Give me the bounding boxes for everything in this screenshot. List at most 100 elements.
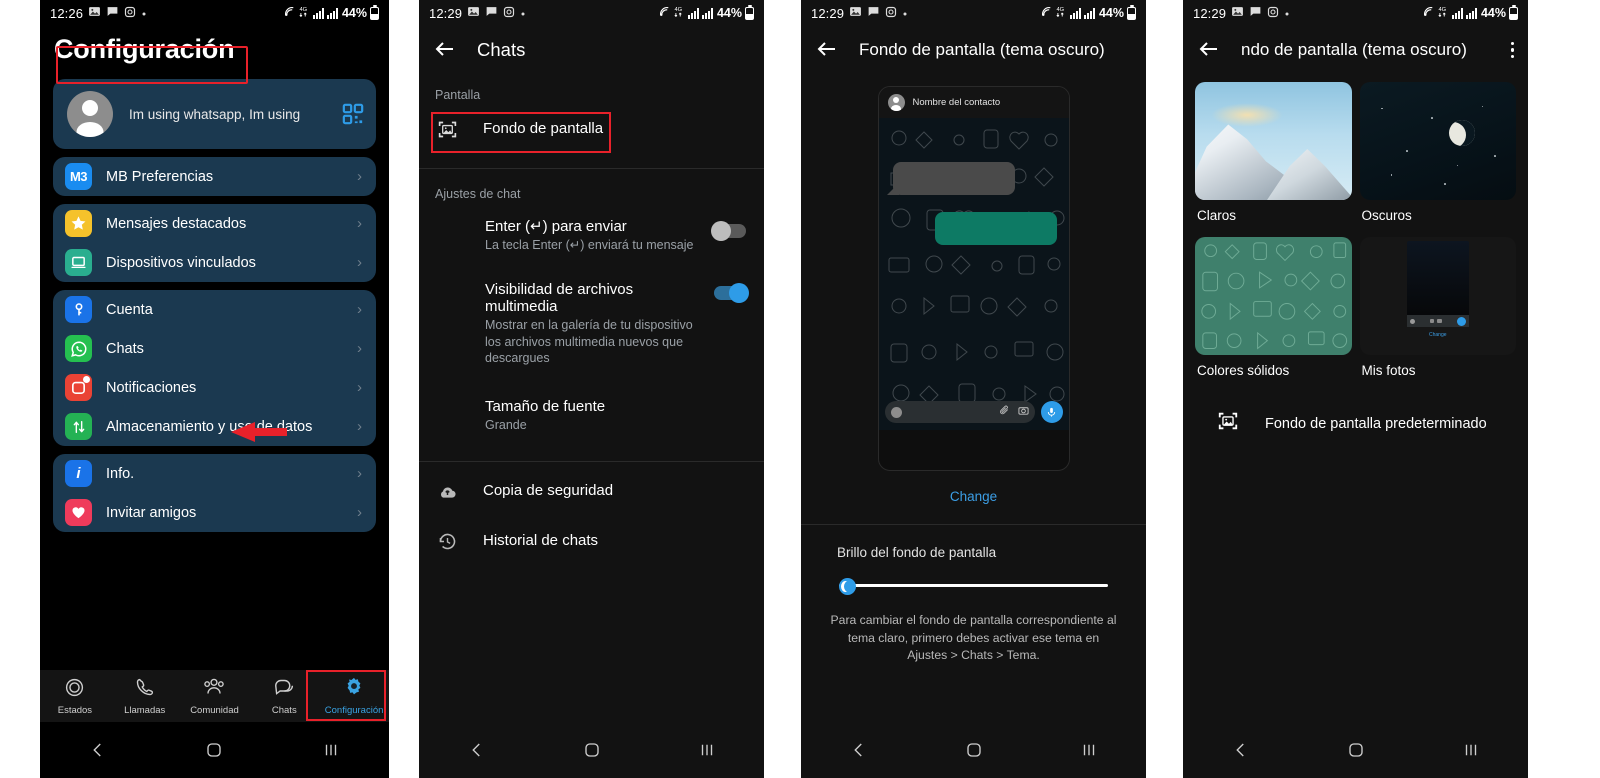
mountain-peak-right — [1267, 149, 1352, 200]
nav-recents-icon[interactable] — [690, 741, 724, 759]
item-label: Historial de chats — [483, 532, 599, 550]
community-icon — [202, 677, 226, 703]
status-bar: 12:29 4G 44% — [1183, 0, 1528, 26]
mini-change-link[interactable]: Change — [1429, 332, 1447, 338]
category-colores-solidos[interactable]: Colores sólidos — [1195, 237, 1352, 388]
battery-percent: 44% — [341, 6, 367, 20]
menu-item-fondo-de-pantalla[interactable]: Fondo de pantalla — [419, 108, 764, 150]
brightness-label: Brillo del fondo de pantalla — [837, 545, 997, 560]
brightness-slider[interactable] — [839, 578, 1108, 595]
sidebar-item-dispositivos-vinculados[interactable]: Dispositivos vinculados › — [53, 243, 376, 282]
setting-enter-para-enviar[interactable]: Enter (↵) para enviar La tecla Enter (↵)… — [419, 207, 764, 263]
nav-home-icon[interactable] — [1339, 741, 1373, 759]
svg-text:4G: 4G — [299, 7, 307, 13]
tab-label: Estados — [57, 704, 93, 716]
my-photos-thumb[interactable]: Change — [1359, 237, 1516, 355]
battery-icon — [1509, 4, 1518, 20]
phone-screen-wallpaper-gallery: 12:29 4G 44% ndo de pantalla (tema oscur… — [1183, 0, 1528, 778]
chevron-right-icon: › — [357, 379, 362, 396]
network-4g-icon: 4G — [299, 5, 310, 21]
setting-visibilidad-multimedia[interactable]: Visibilidad de archivos multimedia Mostr… — [419, 263, 764, 376]
status-time: 12:29 — [1193, 5, 1227, 21]
moon-icon — [1449, 119, 1476, 146]
toggle-visibilidad-multimedia[interactable] — [714, 283, 749, 304]
profile-card[interactable]: Im using whatsapp, Im using — [53, 79, 376, 149]
slider-thumb[interactable] — [839, 578, 856, 595]
item-label: Info. — [106, 465, 135, 482]
nav-back-icon[interactable] — [81, 741, 115, 759]
menu-item-copia-de-seguridad[interactable]: Copia de seguridad — [419, 466, 764, 516]
sidebar-item-info[interactable]: i Info. › — [53, 454, 376, 493]
moon-night-photo-thumb[interactable] — [1359, 82, 1516, 200]
status-time: 12:29 — [429, 5, 463, 21]
nav-recents-icon[interactable] — [1454, 741, 1488, 759]
back-arrow-icon[interactable] — [1197, 37, 1223, 63]
profile-row[interactable]: Im using whatsapp, Im using — [53, 79, 376, 149]
emoji-icon — [1409, 318, 1415, 324]
setting-tamano-de-fuente[interactable]: Tamaño de fuente Grande — [419, 376, 764, 443]
toggle-enter-para-enviar[interactable] — [711, 221, 746, 241]
cloud-upload-icon — [435, 479, 459, 503]
nav-home-icon[interactable] — [957, 741, 991, 759]
back-arrow-icon[interactable] — [433, 37, 459, 63]
nav-home-icon[interactable] — [197, 741, 231, 759]
history-clock-icon — [435, 529, 459, 553]
more-dot-icon — [902, 7, 908, 20]
sidebar-item-invitar-amigos[interactable]: Invitar amigos › — [53, 493, 376, 532]
change-wallpaper-link[interactable]: Change — [801, 471, 1146, 520]
gallery-icon — [467, 5, 480, 21]
item-label: Cuenta — [106, 301, 153, 318]
mountain-photo-thumb[interactable] — [1195, 82, 1352, 200]
category-claros[interactable]: Claros — [1195, 82, 1352, 233]
sidebar-item-mensajes-destacados[interactable]: Mensajes destacados › — [53, 204, 376, 243]
phone-screen-wallpaper-preview: 12:29 4G 44% Fondo de pantalla (tema osc… — [801, 0, 1146, 778]
menu-item-fondo-predeterminado[interactable]: Fondo de pantalla predeterminado — [1183, 392, 1528, 437]
status-time: 12:26 — [50, 5, 84, 21]
back-arrow-icon[interactable] — [815, 37, 841, 63]
sidebar-item-chats[interactable]: Chats › — [53, 329, 376, 368]
category-mis-fotos[interactable]: Change Mis fotos — [1359, 237, 1516, 388]
chevron-right-icon: › — [357, 168, 362, 185]
sidebar-item-cuenta[interactable]: Cuenta › — [53, 290, 376, 329]
category-oscuros[interactable]: Oscuros — [1359, 82, 1516, 233]
nav-back-icon[interactable] — [460, 741, 494, 759]
battery-icon — [370, 4, 379, 20]
tab-configuracion[interactable]: Configuración — [319, 676, 389, 716]
status-bar: 12:26 4G 44% — [40, 0, 389, 26]
signal-bars-sim2-icon — [326, 7, 338, 19]
chevron-right-icon: › — [357, 301, 362, 318]
svg-text:4G: 4G — [674, 7, 682, 13]
status-time: 12:29 — [811, 5, 845, 21]
phone-icon — [134, 677, 155, 703]
tab-chats[interactable]: Chats — [249, 677, 319, 716]
preview-header: Nombre del contacto — [878, 87, 1069, 118]
menu-item-historial-de-chats[interactable]: Historial de chats — [419, 516, 764, 566]
svg-text:4G: 4G — [1438, 7, 1446, 13]
sidebar-item-mb-preferencias[interactable]: M3 MB Preferencias › — [53, 157, 376, 196]
nav-back-icon[interactable] — [1224, 741, 1258, 759]
category-label: Claros — [1197, 208, 1237, 223]
qr-code-icon[interactable] — [342, 103, 364, 125]
instagram-icon — [885, 6, 897, 21]
hotspot-icon — [1040, 5, 1053, 21]
android-nav-bar — [40, 722, 389, 778]
nav-recents-icon[interactable] — [1072, 741, 1106, 759]
overflow-menu-icon[interactable] — [1510, 41, 1514, 59]
sidebar-item-almacenamiento[interactable]: Almacenamiento y uso de datos › — [53, 407, 376, 446]
green-doodle-thumb[interactable] — [1195, 237, 1352, 355]
setting-title: Visibilidad de archivos multimedia — [485, 281, 634, 316]
settings-group-1: M3 MB Preferencias › — [53, 157, 376, 196]
chat-bubbles-icon — [273, 677, 296, 703]
network-4g-icon: 4G — [1438, 5, 1449, 21]
signal-bars-sim1-icon — [687, 7, 699, 19]
sidebar-item-notificaciones[interactable]: Notificaciones › — [53, 368, 376, 407]
nav-home-icon[interactable] — [575, 741, 609, 759]
nav-recents-icon[interactable] — [314, 741, 348, 759]
mb-icon: M3 — [65, 163, 92, 190]
tab-estados[interactable]: Estados — [40, 677, 110, 716]
tab-llamadas[interactable]: Llamadas — [110, 677, 180, 716]
nav-back-icon[interactable] — [842, 741, 876, 759]
avatar — [67, 91, 113, 137]
phone-screen-chats: 12:29 4G 44% Chats Pantalla Fondo de pan… — [419, 0, 764, 778]
tab-comunidad[interactable]: Comunidad — [180, 677, 250, 716]
